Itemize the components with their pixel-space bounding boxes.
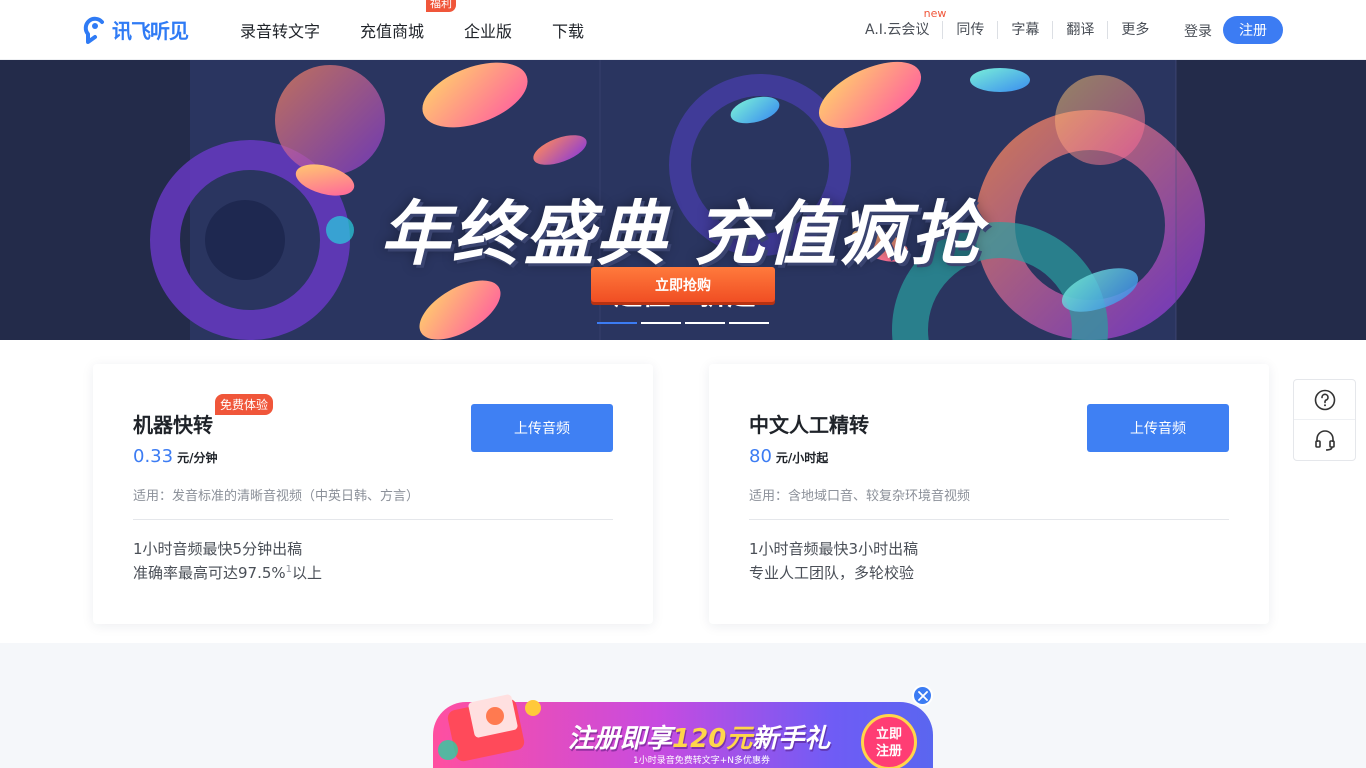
cta-line: 注册: [875, 744, 902, 759]
product-nav: A.I.云会议 new 同传 字幕 翻译 更多: [865, 0, 1162, 60]
feature-text: 准确率最高可达97.5%1以上: [133, 562, 322, 583]
login-link[interactable]: 登录: [1184, 21, 1212, 41]
feature-text: 1小时音频最快3小时出稿: [749, 540, 919, 558]
welfare-badge: 福利: [426, 0, 457, 12]
banner-title: 年终盛典 充值疯抢: [380, 193, 983, 275]
register-button[interactable]: 注册: [1223, 16, 1283, 44]
gift-icon: [438, 694, 541, 762]
logo-text: 讯飞听见: [112, 19, 189, 43]
carousel-dot[interactable]: [685, 322, 725, 324]
nav-item-subtitle[interactable]: 字幕: [997, 21, 1052, 39]
feature-text: 专业人工团队，多轮校验: [749, 564, 915, 582]
card-title: 机器快转: [133, 413, 213, 437]
carousel-dots: [597, 322, 769, 324]
nav-label: 充值商城: [360, 22, 425, 41]
divider: [749, 519, 1229, 520]
nav-label: A.I.云会议: [865, 22, 930, 38]
main-nav: 录音转文字 充值商城 福利 企业版 下载: [240, 0, 624, 60]
feature-tail: 以上: [292, 564, 323, 582]
buy-now-button[interactable]: 立即抢购: [591, 267, 775, 302]
divider: [133, 519, 613, 520]
top-header: 讯飞听见 录音转文字 充值商城 福利 企业版 下载 A.I.云会议 new 同传 字…: [0, 0, 1366, 60]
nav-item-translate[interactable]: 翻译: [1052, 21, 1107, 39]
promo-headline: 注册即享120元新手礼: [568, 718, 830, 755]
logo[interactable]: 讯飞听见: [82, 13, 189, 46]
headset-icon: [1314, 430, 1335, 451]
help-button[interactable]: [1294, 380, 1355, 420]
card-title: 中文人工精转: [749, 413, 869, 437]
nav-item-transcribe[interactable]: 录音转文字: [240, 18, 320, 42]
promo-register-button[interactable]: 立即 注册: [861, 714, 917, 768]
close-icon: [917, 690, 928, 701]
nav-label: 企业版: [464, 22, 513, 41]
nav-item-store[interactable]: 充值商城 福利: [360, 0, 457, 42]
nav-label: 同传: [956, 22, 985, 38]
feature-accuracy: 准确率最高可达97.5%: [133, 564, 286, 582]
price: 80 元/小时起: [749, 446, 828, 467]
promo-prefix: 注册即享: [568, 724, 673, 754]
nav-item-download[interactable]: 下载: [552, 18, 584, 42]
side-toolbar: [1293, 379, 1356, 461]
promo-suffix: 新手礼: [752, 724, 831, 754]
nav-label: 翻译: [1066, 22, 1095, 38]
promo-amount: 120元: [672, 724, 753, 754]
price-unit: 元/分钟: [177, 451, 218, 465]
register-promo-banner[interactable]: 注册即享120元新手礼 1小时录音免费转文字+N多优惠券 立即注册: [433, 690, 933, 768]
question-icon: [1314, 389, 1335, 410]
nav-item-enterprise[interactable]: 企业版: [464, 18, 512, 42]
upload-audio-button[interactable]: 上传音频: [471, 404, 613, 452]
applicable-text: 适用：含地域口音、较复杂环境音视频: [749, 489, 971, 504]
nav-label: 更多: [1121, 22, 1150, 38]
nav-item-ai-meeting[interactable]: A.I.云会议 new: [865, 7, 946, 39]
feature-text: 1小时音频最快5分钟出稿: [133, 540, 303, 558]
customer-service-button[interactable]: [1294, 420, 1355, 460]
promo-subtext: 1小时录音免费转文字+N多优惠券: [633, 756, 771, 766]
machine-transcribe-card: 机器快转 免费体验 0.33 元/分钟 适用：发音标准的清晰音视频（中英日韩、方言…: [93, 364, 653, 624]
logo-ear-icon: [83, 16, 104, 44]
price-value: 80: [749, 446, 772, 467]
cta-line: 立即: [875, 727, 902, 742]
nav-label: 字幕: [1011, 22, 1040, 38]
carousel-dot[interactable]: [641, 322, 681, 324]
price: 0.33 元/分钟: [133, 446, 217, 467]
promo-close-button[interactable]: [912, 685, 933, 706]
carousel-dot[interactable]: [729, 322, 769, 324]
carousel-dot[interactable]: [597, 322, 637, 324]
hero-banner[interactable]: 年终盛典 充值疯抢 超值3折起 立即抢购: [0, 60, 1366, 340]
price-value: 0.33: [133, 446, 174, 467]
price-unit: 元/小时起: [775, 451, 829, 465]
nav-label: 下载: [552, 22, 585, 41]
human-transcribe-card: 中文人工精转 80 元/小时起 适用：含地域口音、较复杂环境音视频 1小时音频最快…: [709, 364, 1269, 624]
nav-item-more[interactable]: 更多: [1107, 21, 1162, 39]
applicable-text: 适用：发音标准的清晰音视频（中英日韩、方言）: [133, 489, 420, 504]
nav-item-interpretation[interactable]: 同传: [942, 21, 997, 39]
free-trial-badge: 免费体验: [215, 394, 274, 415]
nav-label: 录音转文字: [240, 22, 321, 41]
upload-audio-button[interactable]: 上传音频: [1087, 404, 1229, 452]
